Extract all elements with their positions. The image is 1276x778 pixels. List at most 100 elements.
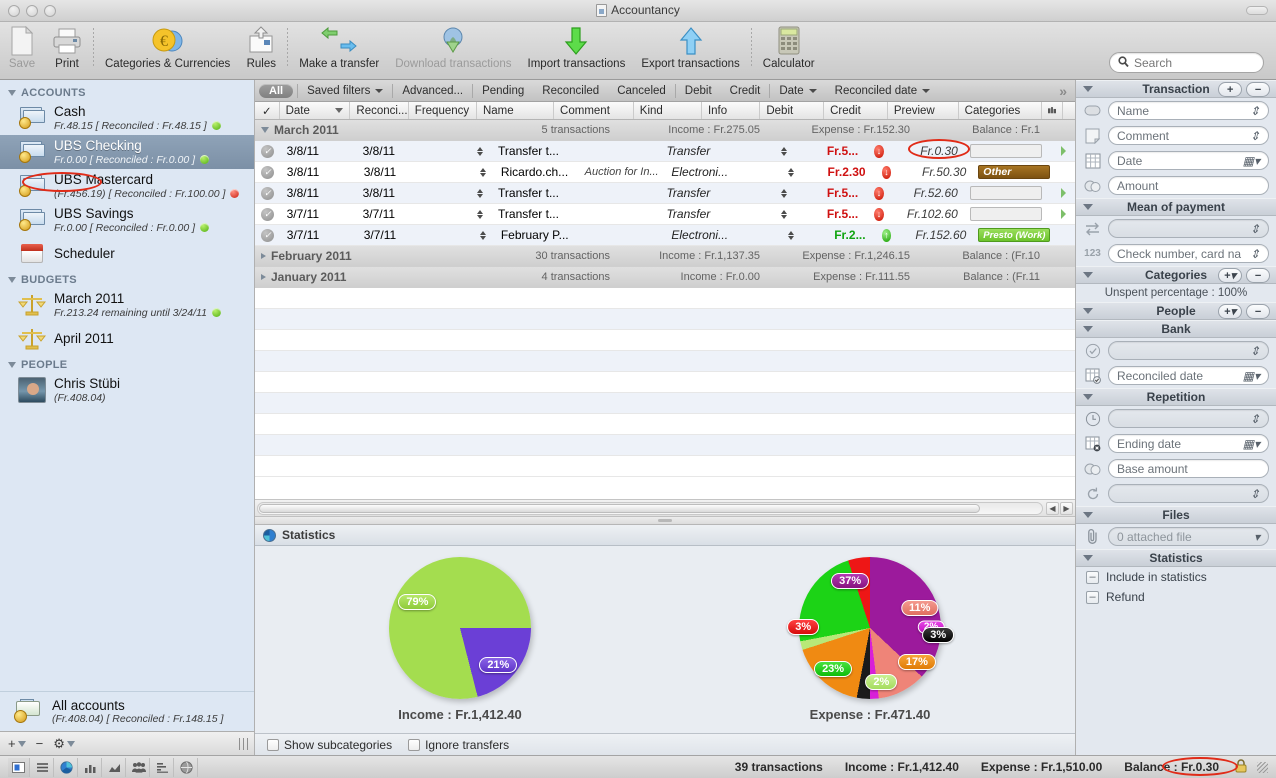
remove-category-button[interactable]: − xyxy=(1246,268,1270,283)
calendar-picker-icon[interactable]: ▦▾ xyxy=(1243,154,1260,168)
remove-transaction-button[interactable]: − xyxy=(1246,82,1270,97)
reconciled-check-icon[interactable]: ✓ xyxy=(261,186,275,200)
kind-stepper[interactable] xyxy=(780,146,787,156)
toolbar-import-transactions-button[interactable]: Import transactions xyxy=(520,22,634,78)
disclosure-triangle-icon[interactable] xyxy=(8,90,16,96)
group-row-january-2011[interactable]: January 2011 4 transactions Income : Fr.… xyxy=(255,267,1075,288)
inspector-section-files-header[interactable]: Files xyxy=(1076,506,1276,524)
sidebar-item-chris-stubi[interactable]: Chris Stübi (Fr.408.04) xyxy=(0,373,254,407)
column-header-credit[interactable]: Credit xyxy=(824,102,888,119)
cell-category[interactable]: Other xyxy=(978,165,1051,179)
check-number-field[interactable]: Check number, card na ⇕ xyxy=(1108,244,1269,263)
search-input[interactable]: Search xyxy=(1109,52,1264,73)
name-field[interactable]: Name ⇕ xyxy=(1108,101,1269,120)
ranking-icon[interactable] xyxy=(152,757,174,777)
sidebar-item-april-2011[interactable]: April 2011 xyxy=(0,322,254,356)
scrollbar-arrows[interactable]: ◀ ▶ xyxy=(1046,501,1073,515)
sidebar-item-ubs-mastercard[interactable]: UBS Mastercard (Fr.456.19) [ Reconciled … xyxy=(0,169,254,203)
column-header-debit[interactable]: Debit xyxy=(760,102,825,119)
filter-canceled[interactable]: Canceled xyxy=(608,85,675,97)
column-header-preview[interactable]: Preview xyxy=(888,102,959,119)
refund-checkbox[interactable]: – Refund xyxy=(1076,587,1276,607)
remove-account-button[interactable]: − xyxy=(36,736,44,751)
lock-icon[interactable] xyxy=(1235,758,1247,776)
stepper-icon[interactable]: ⇕ xyxy=(1250,487,1260,501)
disclosure-triangle-icon[interactable] xyxy=(1083,86,1093,92)
filter-overflow-button[interactable]: » xyxy=(1059,83,1071,99)
checkbox-icon[interactable] xyxy=(267,738,279,751)
reconciled-check-icon[interactable]: ✓ xyxy=(261,228,275,242)
toolbar-print-button[interactable]: Print xyxy=(44,22,90,78)
inspector-section-repetition-header[interactable]: Repetition xyxy=(1076,388,1276,406)
sidebar-item-all-accounts[interactable]: All accounts (Fr.408.04) [ Reconciled : … xyxy=(0,691,254,731)
column-header-comment[interactable]: Comment xyxy=(554,102,634,119)
inspector-section-statistics-header[interactable]: Statistics xyxy=(1076,549,1276,567)
disclosure-triangle-icon[interactable] xyxy=(1083,204,1093,210)
sidebar-item-ubs-savings[interactable]: UBS Savings Fr.0.00 [ Reconciled : Fr.0.… xyxy=(0,203,254,237)
transactions-table[interactable]: March 2011 5 transactions Income : Fr.27… xyxy=(255,120,1075,499)
group-row-march-2011[interactable]: March 2011 5 transactions Income : Fr.27… xyxy=(255,120,1075,141)
disclosure-triangle-icon[interactable] xyxy=(8,362,16,368)
disclosure-triangle-icon[interactable] xyxy=(1083,308,1093,314)
cell-category[interactable] xyxy=(969,144,1042,158)
stepper-icon[interactable]: ⇕ xyxy=(1250,247,1260,261)
column-header-reconciled[interactable]: Reconci... xyxy=(350,102,409,119)
checkbox-mixed-icon[interactable]: – xyxy=(1086,570,1099,584)
sidebar-resize-grip[interactable] xyxy=(239,738,248,750)
bar-chart-icon[interactable] xyxy=(80,757,102,777)
column-header-date[interactable]: Date xyxy=(280,102,351,119)
frequency-stepper[interactable] xyxy=(477,209,484,219)
base-amount-field[interactable]: Base amount xyxy=(1108,459,1269,478)
table-row[interactable]: ✓ 3/8/11 3/8/11 Transfer t... Transfer F… xyxy=(255,141,1075,162)
disclosure-triangle-icon[interactable] xyxy=(1083,326,1093,332)
sidebar-group-people[interactable]: PEOPLE xyxy=(0,356,254,373)
reconciled-check-icon[interactable]: ✓ xyxy=(261,165,275,179)
cell-category[interactable] xyxy=(969,186,1042,200)
toolbar-rules-button[interactable]: Rules xyxy=(238,22,284,78)
kind-stepper[interactable] xyxy=(787,230,794,240)
comment-field[interactable]: Comment ⇕ xyxy=(1108,126,1269,145)
toolbar-save-button[interactable]: Save xyxy=(0,22,44,78)
filter-reconciled[interactable]: Reconciled xyxy=(533,85,608,97)
table-row[interactable]: ✓ 3/8/11 3/8/11 Transfer t... Transfer F… xyxy=(255,183,1075,204)
cell-category[interactable] xyxy=(969,207,1042,221)
remove-person-button[interactable]: − xyxy=(1246,304,1270,319)
bank-status-select[interactable]: ⇕ xyxy=(1108,341,1269,360)
disclosure-triangle-icon[interactable] xyxy=(1083,512,1093,518)
attached-files-popup[interactable]: 0 attached file ▾ xyxy=(1108,527,1269,546)
scrollbar-thumb[interactable] xyxy=(259,503,981,513)
sidebar-group-budgets[interactable]: BUDGETS xyxy=(0,271,254,288)
toolbar-toggle-button[interactable] xyxy=(1246,6,1268,15)
disclosure-triangle-icon[interactable] xyxy=(261,127,269,133)
column-header-name[interactable]: Name xyxy=(477,102,555,119)
calendar-picker-icon[interactable]: ▦▾ xyxy=(1243,369,1260,383)
frequency-stepper[interactable] xyxy=(477,146,484,156)
ending-date-field[interactable]: Ending date ▦▾ xyxy=(1108,434,1269,453)
filter-all-button[interactable]: All xyxy=(259,83,294,98)
include-in-statistics-checkbox[interactable]: – Include in statistics xyxy=(1076,567,1276,587)
checkbox-icon[interactable] xyxy=(408,738,421,751)
sidebar-item-ubs-checking[interactable]: UBS Checking Fr.0.00 [ Reconciled : Fr.0… xyxy=(0,135,254,169)
show-subcategories-checkbox[interactable]: Show subcategories xyxy=(267,738,392,752)
stepper-icon[interactable]: ⇕ xyxy=(1250,129,1260,143)
stepper-icon[interactable]: ⇕ xyxy=(1250,222,1260,236)
column-options-button[interactable] xyxy=(1042,102,1063,119)
toolbar-export-transactions-button[interactable]: Export transactions xyxy=(633,22,747,78)
frequency-stepper[interactable] xyxy=(477,188,484,198)
stepper-icon[interactable]: ⇕ xyxy=(1250,104,1260,118)
sidebar-item-cash[interactable]: Cash Fr.48.15 [ Reconciled : Fr.48.15 ] xyxy=(0,101,254,135)
column-header-kind[interactable]: Kind xyxy=(634,102,702,119)
toolbar-make-transfer-button[interactable]: Make a transfer xyxy=(291,22,387,78)
toolbar-download-transactions-button[interactable]: Download transactions xyxy=(387,22,519,78)
inspector-section-transaction-header[interactable]: Transaction + − xyxy=(1076,80,1276,98)
column-header-check[interactable]: ✓ xyxy=(255,102,280,119)
reconciled-check-icon[interactable]: ✓ xyxy=(261,207,275,221)
disclosure-triangle-icon[interactable] xyxy=(1083,272,1093,278)
add-category-button[interactable]: +▾ xyxy=(1218,268,1242,283)
filter-reconciled-date[interactable]: Reconciled date xyxy=(826,85,939,97)
panel-icon[interactable] xyxy=(8,757,30,777)
repeat-mode-select[interactable]: ⇕ xyxy=(1108,484,1269,503)
cell-category[interactable]: Presto (Work) xyxy=(978,228,1051,242)
column-header-info[interactable]: Info xyxy=(702,102,761,119)
checkbox-mixed-icon[interactable]: – xyxy=(1086,590,1099,604)
